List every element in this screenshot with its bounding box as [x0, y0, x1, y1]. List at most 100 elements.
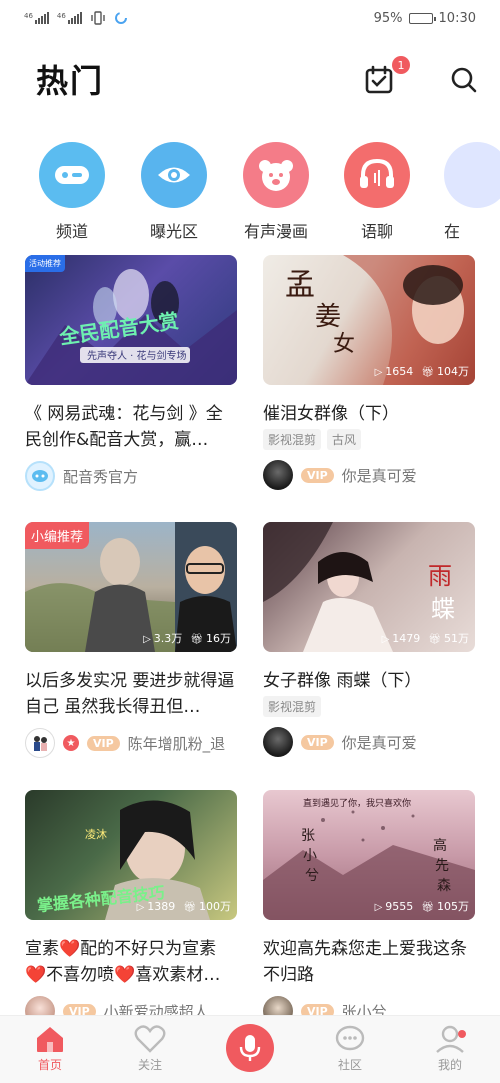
- signal-icon: 46: [24, 12, 49, 24]
- category-label: 频道: [55, 222, 88, 241]
- tab-label: 社区: [337, 1058, 362, 1072]
- page-title: 热门: [36, 62, 105, 100]
- headphones-icon: [344, 142, 410, 208]
- svg-text:小: 小: [303, 848, 317, 864]
- tab-follow[interactable]: 关注: [120, 1024, 180, 1073]
- checkin-calendar-icon[interactable]: [364, 64, 396, 96]
- tag-chip[interactable]: 影视混剪: [263, 429, 322, 450]
- card-tag: 活动推荐: [25, 255, 65, 272]
- feed-card[interactable]: 小编推荐 ▷ 3.3万 🎁︎ 16万 以后多发实况 要进步就得逼自己 虽然我长得丑但…: [25, 522, 237, 758]
- category-exposure[interactable]: 曝光区: [124, 142, 224, 242]
- vip-badge: VIP: [87, 735, 120, 751]
- card-title[interactable]: 欢迎高先森您走上爱我这条不归路: [263, 936, 475, 988]
- avatar[interactable]: [263, 460, 293, 490]
- card-thumbnail[interactable]: 小编推荐 ▷ 3.3万 🎁︎ 16万: [25, 522, 237, 652]
- play-count: ▷ 1654: [375, 365, 414, 378]
- gift-count-value: 104万: [437, 365, 469, 378]
- gift-count-value: 100万: [199, 900, 231, 913]
- battery-icon: [408, 12, 436, 24]
- avatar[interactable]: [263, 727, 293, 757]
- tab-mine[interactable]: 我的: [420, 1024, 480, 1073]
- tab-label: 首页: [37, 1058, 62, 1072]
- chat-bubble-icon: [335, 1025, 365, 1051]
- bottom-nav: 首页 关注 社区 我的: [0, 1015, 500, 1083]
- status-right: 95% 10:30: [374, 11, 476, 26]
- gift-count: 🎁︎ 16万: [190, 630, 231, 646]
- card-title[interactable]: 宣素❤️配的不好只为宣素❤️不喜勿喷❤️喜欢素材…: [25, 936, 237, 988]
- play-count: ▷ 9555: [375, 900, 414, 913]
- gift-icon: 🎁︎: [190, 634, 203, 645]
- card-author[interactable]: VIP 你是真可爱: [263, 460, 475, 490]
- svg-text:兮: 兮: [305, 868, 319, 884]
- card-title[interactable]: 女子群像 雨蝶（下）: [263, 668, 475, 694]
- svg-text:森: 森: [437, 878, 451, 894]
- vip-badge: VIP: [301, 467, 334, 483]
- record-button[interactable]: [226, 1024, 274, 1072]
- card-thumbnail[interactable]: 雨 蝶 ▷ 1479 🎁︎ 51万: [263, 522, 475, 652]
- category-voice-chat[interactable]: 语聊: [327, 142, 427, 242]
- card-stats: ▷ 1479 🎁︎ 51万: [382, 630, 469, 646]
- status-left: 46 46: [24, 11, 128, 25]
- avatar[interactable]: [25, 728, 55, 758]
- signal-icon-2: 46: [57, 12, 82, 24]
- svg-text:凌沐: 凌沐: [85, 827, 107, 841]
- card-thumbnail[interactable]: 直到遇见了你，我只喜欢你 张 小 兮 高 先 森 ▷ 9555 🎁︎ 105万: [263, 790, 475, 920]
- card-stats: ▷ 1389 🎁︎ 100万: [137, 898, 231, 914]
- play-count-value: 1389: [147, 899, 176, 913]
- tab-home[interactable]: 首页: [20, 1024, 80, 1073]
- microphone-icon: [239, 1035, 261, 1061]
- svg-text:先: 先: [435, 858, 449, 874]
- play-icon: ▷: [374, 901, 383, 913]
- gift-icon: 🎁︎: [428, 634, 441, 645]
- card-author[interactable]: 配音秀官方: [25, 461, 237, 491]
- gift-count: 🎁︎ 104万: [421, 363, 469, 379]
- notification-dot: [458, 1030, 466, 1038]
- card-title[interactable]: 《 网易武魂：花与剑 》全民创作&配音大赏，赢…: [25, 401, 237, 453]
- search-icon[interactable]: [448, 64, 480, 96]
- svg-text:直到遇见了你，我只喜欢你: 直到遇见了你，我只喜欢你: [303, 797, 411, 809]
- card-title[interactable]: 以后多发实况 要进步就得逼自己 虽然我长得丑但…: [25, 668, 237, 720]
- category-channel[interactable]: 频道: [22, 142, 122, 242]
- tag-chip[interactable]: 影视混剪: [263, 696, 322, 717]
- play-icon: ▷: [136, 901, 145, 913]
- gift-count: 🎁︎ 100万: [183, 898, 231, 914]
- author-name[interactable]: 你是真可爱: [342, 465, 417, 486]
- card-thumbnail[interactable]: 凌沐 掌握各种配音技巧 ▷ 1389 🎁︎ 100万: [25, 790, 237, 920]
- feed-card[interactable]: 孟 姜 女 ▷ 1654 🎁︎ 104万 催泪女群像（下） 影视混剪 古风 VIP …: [263, 255, 475, 490]
- bear-icon: [243, 142, 309, 208]
- card-stats: ▷ 9555 🎁︎ 105万: [375, 898, 469, 914]
- play-count: ▷ 1389: [137, 900, 176, 913]
- card-title[interactable]: 催泪女群像（下）: [263, 401, 475, 427]
- card-author[interactable]: VIP 你是真可爱: [263, 727, 475, 757]
- svg-text:张: 张: [301, 828, 315, 844]
- channel-icon: [39, 142, 105, 208]
- feed-card[interactable]: 雨 蝶 ▷ 1479 🎁︎ 51万 女子群像 雨蝶（下） 影视混剪 VIP 你是真可…: [263, 522, 475, 757]
- avatar[interactable]: [25, 461, 55, 491]
- svg-text:蝶: 蝶: [431, 595, 455, 623]
- profile-icon: [436, 1025, 464, 1053]
- author-name[interactable]: 你是真可爱: [342, 732, 417, 753]
- svg-text:先声夺人 · 花与剑专场: 先声夺人 · 花与剑专场: [87, 349, 187, 362]
- feed-card[interactable]: 全民配音大赏 先声夺人 · 花与剑专场 活动推荐 《 网易武魂：花与剑 》全民创…: [25, 255, 237, 491]
- category-label: 语聊: [360, 222, 393, 241]
- heart-icon: [134, 1025, 166, 1053]
- card-tag: 小编推荐: [25, 522, 90, 549]
- author-name[interactable]: 配音秀官方: [63, 466, 138, 487]
- feed-card[interactable]: 直到遇见了你，我只喜欢你 张 小 兮 高 先 森 ▷ 9555 🎁︎ 105万 欢迎…: [263, 790, 475, 1026]
- tag-chip[interactable]: 古风: [327, 429, 362, 450]
- category-partial[interactable]: 在: [428, 142, 500, 242]
- gift-count: 🎁︎ 51万: [428, 630, 469, 646]
- category-audio-comic[interactable]: 有声漫画: [226, 142, 326, 242]
- svg-text:高: 高: [433, 837, 447, 854]
- feed-card[interactable]: 凌沐 掌握各种配音技巧 ▷ 1389 🎁︎ 100万 宣素❤️配的不好只为宣素❤️不…: [25, 790, 237, 1026]
- card-thumbnail[interactable]: 全民配音大赏 先声夺人 · 花与剑专场 活动推荐: [25, 255, 237, 385]
- play-count-value: 3.3万: [153, 632, 183, 645]
- vibrate-icon: [91, 11, 105, 25]
- card-thumbnail[interactable]: 孟 姜 女 ▷ 1654 🎁︎ 104万: [263, 255, 475, 385]
- gift-icon: 🎁︎: [183, 902, 196, 913]
- author-name[interactable]: 陈年增肌粉_退: [128, 733, 226, 754]
- card-author[interactable]: ★ VIP 陈年增肌粉_退: [25, 728, 237, 758]
- category-row: 频道 曝光区 有声漫画 语聊 在: [0, 142, 500, 241]
- tab-community[interactable]: 社区: [320, 1024, 380, 1073]
- play-icon: ▷: [374, 366, 383, 378]
